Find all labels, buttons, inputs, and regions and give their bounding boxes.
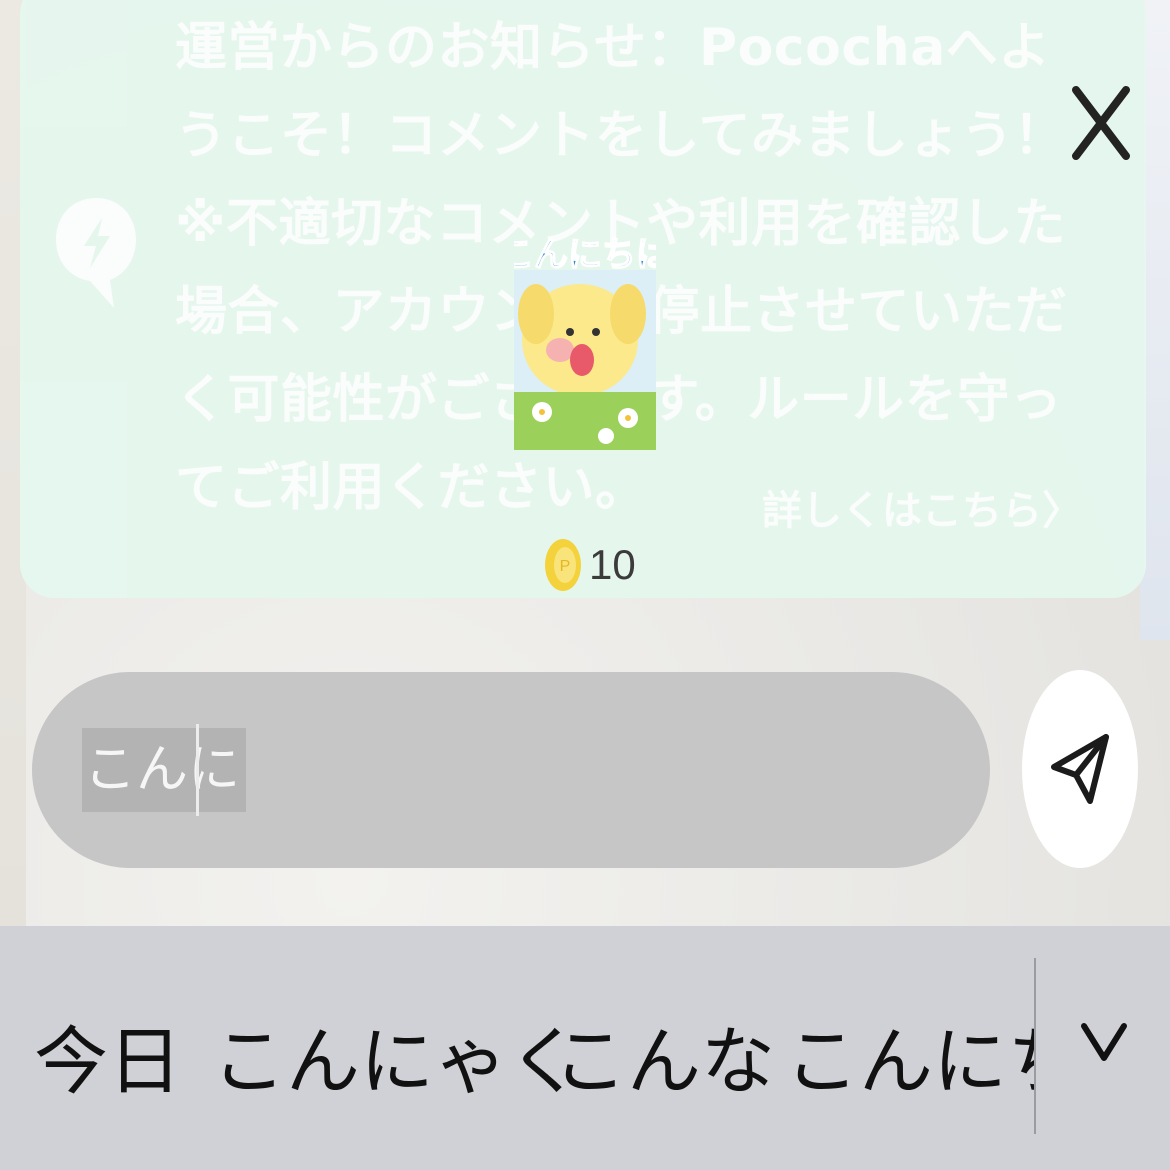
sticker-preview[interactable]: こんにちは bbox=[514, 222, 656, 450]
candidate-konnichiwa-label: こんにちは bbox=[785, 1019, 1035, 1105]
close-icon[interactable] bbox=[1070, 82, 1132, 164]
chevron-down-icon[interactable] bbox=[1076, 1012, 1132, 1072]
svg-text:P: P bbox=[560, 558, 571, 575]
text-caret bbox=[196, 724, 199, 816]
candidate-konnichiwa[interactable]: こんにちは bbox=[785, 1012, 1035, 1112]
coin-icon: P bbox=[545, 539, 581, 591]
sticker-price: P 10 bbox=[543, 536, 636, 594]
price-value: 10 bbox=[589, 541, 636, 588]
candidate-konnyaku[interactable]: こんにゃく bbox=[212, 1012, 582, 1112]
sticker-caption: こんにちは bbox=[514, 235, 656, 275]
send-button[interactable] bbox=[1022, 670, 1138, 868]
lightning-bubble-icon bbox=[56, 198, 136, 308]
candidate-divider bbox=[1034, 958, 1036, 1134]
composing-text[interactable]: こんに bbox=[82, 728, 247, 812]
candidate-konna[interactable]: こんな bbox=[553, 1012, 775, 1112]
send-icon bbox=[1051, 734, 1109, 804]
details-link[interactable]: 詳しくはこちら〉 bbox=[762, 478, 1082, 536]
candidate-kyou[interactable]: 今日 bbox=[34, 1012, 182, 1112]
